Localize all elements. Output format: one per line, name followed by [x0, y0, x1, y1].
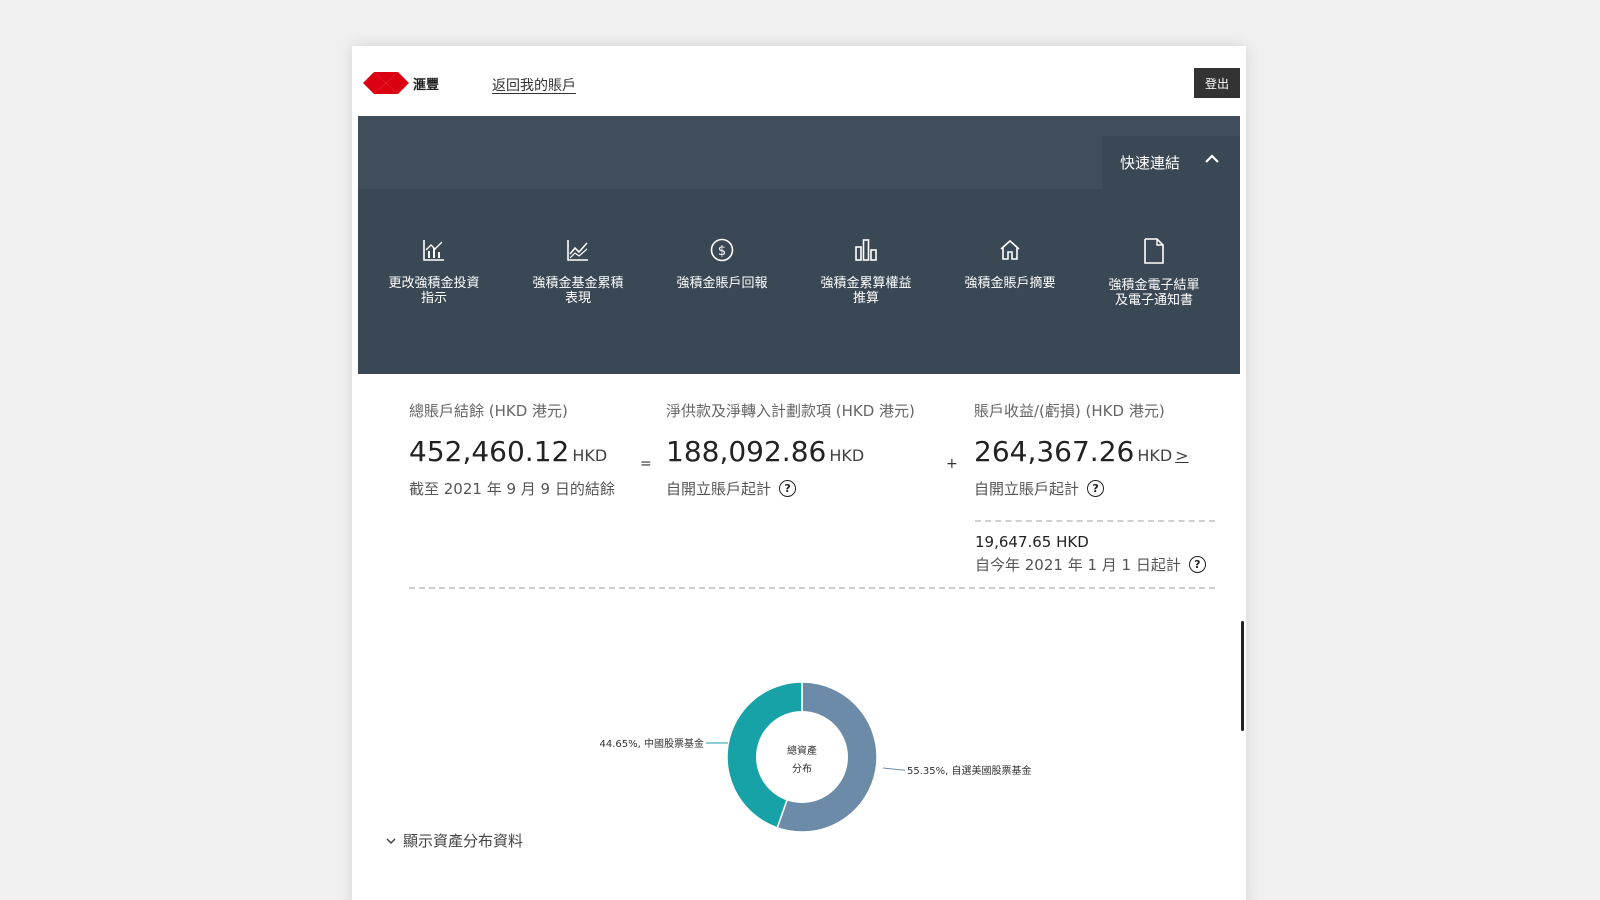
donut-center-label-line1: 總資產 — [787, 744, 817, 757]
back-to-accounts-link[interactable]: 返回我的賬戶 — [492, 75, 576, 95]
net-contributions-section: 淨供款及淨轉入計劃款項 (HKD 港元) 188,092.86 HKD 自開立賬戶… — [666, 400, 915, 499]
account-gain-section: 賬戶收益/(虧損) (HKD 港元) 264,367.26 HKD > 自開立賬戶起… — [974, 400, 1189, 499]
document-icon — [1144, 238, 1164, 264]
quick-link-benefit-projection[interactable]: 強積金累算權益 推算 — [806, 238, 926, 306]
plus-sign: + — [946, 456, 958, 472]
quick-link-label: 強積金累算權益 推算 — [820, 276, 912, 306]
top-header: 滙豐 返回我的賬戶 登出 — [352, 46, 1246, 116]
gain-details-arrow-link[interactable]: > — [1175, 446, 1188, 465]
quick-link-fund-performance[interactable]: 強積金基金累積 表現 — [518, 238, 638, 306]
account-gain-title: 賬戶收益/(虧損) (HKD 港元) — [974, 402, 1165, 420]
divider-gain — [975, 520, 1215, 522]
quick-link-label: 強積金賬戶摘要 — [964, 276, 1056, 291]
net-contributions-amount: 188,092.86 HKD — [666, 435, 915, 468]
total-balance-date: 截至 2021 年 9 月 9 日的結餘 — [409, 478, 615, 499]
help-icon[interactable]: ? — [1087, 480, 1105, 497]
account-gain-value: 264,367.26 — [974, 435, 1135, 468]
divider-summary — [409, 587, 1215, 589]
hsbc-logo[interactable]: 滙豐 — [363, 72, 439, 94]
total-balance-section: 總賬戶結餘 (HKD 港元) 452,460.12 HKD 截至 2021 年 9… — [409, 400, 615, 499]
total-balance-title: 總賬戶結餘 (HKD 港元) — [409, 402, 568, 420]
net-contributions-note: 自開立賬戶起計 ? — [666, 478, 915, 499]
scrollbar-thumb[interactable] — [1241, 621, 1244, 731]
show-allocation-details-label: 顯示資產分布資料 — [403, 832, 524, 850]
svg-text:$: $ — [718, 244, 726, 259]
show-allocation-details-toggle[interactable]: 顯示資產分布資料 — [385, 830, 523, 851]
leader-line-us-fund — [882, 767, 905, 771]
currency-label: HKD — [1137, 446, 1173, 465]
ytd-date-text: 自今年 2021 年 1 月 1 日起計 — [975, 556, 1181, 574]
line-chart-icon — [567, 240, 588, 261]
since-opening-text: 自開立賬戶起計 — [974, 480, 1080, 498]
asset-allocation-donut-chart: 總資產 分布 55.35%, 自選美國股票基金 44.65%, 中國股票基金 — [600, 681, 1032, 833]
total-balance-amount: 452,460.12 HKD — [409, 435, 615, 468]
help-icon[interactable]: ? — [1188, 556, 1206, 573]
net-contributions-value: 188,092.86 — [666, 435, 827, 468]
quick-link-change-instructions[interactable]: 更改強積金投資 指示 — [374, 238, 494, 306]
hexagon-logo-icon — [363, 72, 409, 94]
chevron-down-icon — [386, 837, 396, 844]
home-icon — [1000, 239, 1020, 260]
donut-center-label-line2: 分布 — [792, 763, 812, 775]
quick-link-label: 更改強積金投資 指示 — [388, 276, 480, 306]
quick-link-account-summary[interactable]: 強積金賬戶摘要 — [950, 238, 1070, 291]
slice-label-us-fund: 55.35%, 自選美國股票基金 — [907, 764, 1032, 777]
chart-bars-icon — [423, 240, 444, 261]
donut-hole — [756, 711, 848, 803]
quick-links-panel: 快速連結 更改強積金投資 指示 強積金基金累積 表現 $ 強積金賬戶回報 強積金… — [358, 116, 1240, 374]
balance-date-text: 截至 2021 年 9 月 9 日的結餘 — [409, 480, 615, 498]
quick-links-toggle[interactable]: 快速連結 — [1102, 136, 1240, 189]
equals-sign: = — [640, 456, 652, 472]
currency-label: HKD — [572, 446, 608, 465]
bar-chart-icon — [855, 239, 877, 261]
slice-label-china-fund: 44.65%, 中國股票基金 — [600, 737, 705, 750]
dollar-circle-icon: $ — [710, 238, 734, 262]
chevron-up-icon — [1205, 154, 1219, 163]
quick-link-account-return[interactable]: $ 強積金賬戶回報 — [662, 238, 782, 291]
account-gain-amount: 264,367.26 HKD > — [974, 435, 1189, 468]
quick-link-label: 強積金賬戶回報 — [676, 276, 768, 291]
ytd-gain-amount: 19,647.65 HKD — [975, 533, 1089, 551]
quick-link-e-statements[interactable]: 強積金電子結單 及電子通知書 — [1094, 238, 1214, 308]
app-window: 滙豐 返回我的賬戶 登出 快速連結 更改強積金投資 指示 強積金基金累積 表現 … — [352, 46, 1246, 900]
account-gain-note: 自開立賬戶起計 ? — [974, 478, 1189, 499]
total-balance-value: 452,460.12 — [409, 435, 570, 468]
net-contributions-title: 淨供款及淨轉入計劃款項 (HKD 港元) — [666, 402, 915, 420]
since-opening-text: 自開立賬戶起計 — [666, 480, 772, 498]
help-icon[interactable]: ? — [779, 480, 797, 497]
currency-label: HKD — [829, 446, 865, 465]
quick-link-label: 強積金基金累積 表現 — [532, 276, 624, 306]
logout-button[interactable]: 登出 — [1194, 68, 1240, 98]
logo-text: 滙豐 — [413, 77, 440, 93]
ytd-gain-note: 自今年 2021 年 1 月 1 日起計 ? — [975, 554, 1206, 575]
quick-links-toggle-label: 快速連結 — [1120, 154, 1181, 172]
quick-link-label: 強積金電子結單 及電子通知書 — [1108, 278, 1200, 308]
